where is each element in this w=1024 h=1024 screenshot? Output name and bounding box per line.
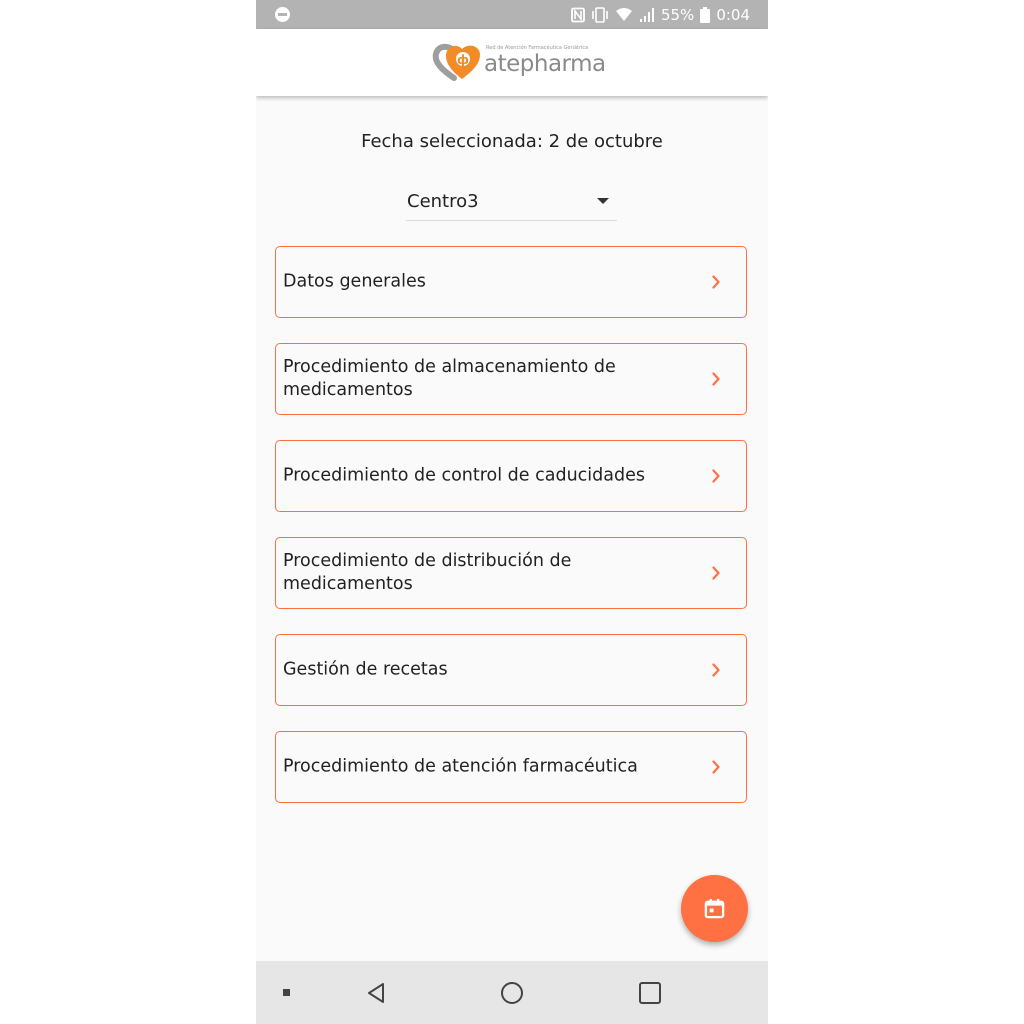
menu-item-recetas[interactable]: Gestión de recetas xyxy=(275,634,747,706)
nfc-icon xyxy=(571,7,585,23)
menu-item-almacenamiento[interactable]: Procedimiento de almacenamiento de medic… xyxy=(275,343,747,415)
menu-dot-icon xyxy=(283,989,290,996)
vibrate-icon xyxy=(592,7,608,23)
logo-text: atepharma xyxy=(484,51,606,77)
menu-item-caducidades[interactable]: Procedimiento de control de caducidades xyxy=(275,440,747,512)
back-icon xyxy=(368,983,384,1003)
recents-icon xyxy=(639,982,661,1004)
app-logo: ф Red de Atención Farmacéutica Geriátric… xyxy=(432,43,606,83)
status-icons: 55% 0:04 xyxy=(571,5,750,25)
menu-item-label: Datos generales xyxy=(283,271,426,292)
dropdown-arrow-icon xyxy=(597,198,609,204)
nav-recents-button[interactable] xyxy=(619,961,679,1024)
signal-icon xyxy=(639,8,654,22)
dnd-icon xyxy=(275,7,290,22)
menu-item-label: Procedimiento de distribución de medicam… xyxy=(283,551,572,594)
wifi-icon xyxy=(615,8,632,21)
svg-text:ф: ф xyxy=(457,53,469,67)
battery-icon xyxy=(700,7,711,23)
chevron-right-icon xyxy=(712,760,720,774)
center-select-value: Centro3 xyxy=(407,191,479,212)
menu-item-distribucion[interactable]: Procedimiento de distribución de medicam… xyxy=(275,537,747,609)
selected-date-label: Fecha seleccionada: 2 de octubre xyxy=(361,131,663,152)
chevron-right-icon xyxy=(712,566,720,580)
nav-home-button[interactable] xyxy=(482,961,542,1024)
menu-item-atencion-farmaceutica[interactable]: Procedimiento de atención farmacéutica xyxy=(275,731,747,803)
home-icon xyxy=(501,982,523,1004)
nav-back-button[interactable] xyxy=(346,961,406,1024)
nav-menu-button[interactable] xyxy=(256,961,316,1024)
calendar-fab-button[interactable] xyxy=(681,875,748,942)
chevron-right-icon xyxy=(712,372,720,386)
menu-item-datos-generales[interactable]: Datos generales xyxy=(275,246,747,318)
center-select[interactable]: Centro3 xyxy=(406,185,617,221)
menu-item-label: Procedimiento de atención farmacéutica xyxy=(283,756,638,777)
calendar-icon xyxy=(704,898,725,919)
menu-item-label: Procedimiento de almacenamiento de medic… xyxy=(283,357,616,400)
app-header: ф Red de Atención Farmacéutica Geriátric… xyxy=(256,29,768,96)
battery-percent: 55% xyxy=(660,6,695,24)
menu-item-label: Procedimiento de control de caducidades xyxy=(283,465,645,486)
chevron-right-icon xyxy=(712,663,720,677)
phone-screen: 55% 0:04 ф Red de Atención Farmacéutica … xyxy=(256,0,768,1024)
chevron-right-icon xyxy=(712,275,720,289)
system-nav-bar xyxy=(256,961,768,1024)
chevron-right-icon xyxy=(712,469,720,483)
heart-logo-icon: ф xyxy=(432,43,480,81)
status-bar: 55% 0:04 xyxy=(256,0,768,29)
menu-item-label: Gestión de recetas xyxy=(283,659,448,680)
status-time: 0:04 xyxy=(716,6,750,24)
